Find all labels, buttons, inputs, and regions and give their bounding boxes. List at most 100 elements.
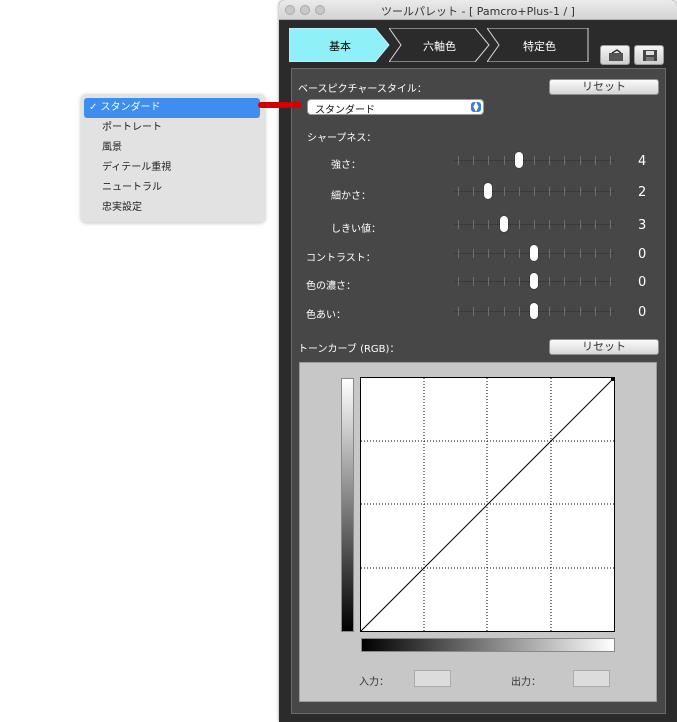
saturation-slider[interactable]: [454, 272, 614, 292]
tab-specific-color[interactable]: 特定色: [487, 28, 589, 62]
picture-style-select[interactable]: スタンダード ▲ ▼: [307, 99, 484, 116]
slider-tick: [549, 220, 551, 229]
slider-tick: [518, 220, 520, 229]
slider-tick: [564, 277, 566, 286]
slider-tick: [458, 277, 459, 286]
slider-tick: [488, 307, 490, 316]
input-label: 入力：: [359, 677, 389, 688]
slider-tick: [549, 249, 551, 258]
sharpness-strength-label: 強さ：: [331, 160, 361, 171]
slider-tick: [458, 156, 459, 165]
slider-thumb[interactable]: [530, 303, 538, 319]
slider-tick: [579, 249, 581, 258]
slider-tick: [594, 277, 596, 286]
slider-thumb[interactable]: [484, 183, 492, 199]
menu-item-detail[interactable]: ディテール重視: [84, 158, 260, 178]
contrast-value: 0: [638, 247, 647, 262]
select-arrows-icon: ▲ ▼: [471, 101, 481, 113]
slider-tick: [503, 307, 505, 316]
sharpness-fineness-value: 2: [638, 185, 647, 200]
slider-tick: [549, 187, 551, 196]
picture-style-select-value: スタンダード: [315, 105, 375, 116]
slider-tick: [458, 187, 459, 196]
slider-tick: [534, 187, 535, 196]
color-tone-slider[interactable]: [454, 302, 614, 322]
menu-item-landscape[interactable]: 風景: [84, 138, 260, 158]
menu-item-portrait[interactable]: ポートレート: [84, 118, 260, 138]
slider-tick: [488, 156, 490, 165]
sharpness-fineness-slider[interactable]: [454, 182, 614, 202]
tone-curve-reset-button[interactable]: リセット: [549, 339, 659, 355]
saturation-value: 0: [638, 275, 647, 290]
sharpness-threshold-slider[interactable]: [454, 215, 614, 235]
slider-tick: [518, 187, 520, 196]
menu-item-neutral[interactable]: ニュートラル: [84, 178, 260, 198]
open-file-button[interactable]: [600, 45, 630, 65]
slider-tick: [549, 156, 551, 165]
slider-tick: [518, 249, 520, 258]
slider-tick: [518, 277, 520, 286]
slider-tick: [564, 249, 566, 258]
saturation-label: 色の濃さ：: [306, 281, 356, 292]
sharpness-threshold-label: しきい値：: [331, 224, 381, 235]
slider-tick: [473, 220, 475, 229]
tone-curve-label: トーンカーブ (RGB)：: [298, 344, 400, 355]
curve-point-handle[interactable]: [611, 377, 615, 381]
color-tone-value: 0: [638, 305, 647, 320]
tab-specific-color-label: 特定色: [523, 40, 556, 53]
slider-tick: [594, 307, 596, 316]
slider-tick: [594, 220, 596, 229]
color-tone-label: 色あい：: [306, 310, 346, 321]
sharpness-strength-slider[interactable]: [454, 151, 614, 171]
output-label: 出力：: [511, 677, 541, 688]
slider-tick: [473, 249, 475, 258]
slider-tick: [564, 156, 566, 165]
picture-style-label: ベースピクチャースタイル：: [298, 84, 427, 95]
slider-tick: [473, 187, 475, 196]
slider-tick: [579, 277, 581, 286]
tab-basic[interactable]: 基本: [289, 28, 391, 62]
input-value-field: [414, 670, 451, 687]
slider-thumb[interactable]: [500, 216, 508, 232]
slider-thumb[interactable]: [530, 273, 538, 289]
slider-tick: [518, 307, 520, 316]
slider-tick: [610, 277, 611, 286]
slider-tick: [503, 156, 505, 165]
tab-six-axis-label: 六軸色: [423, 40, 456, 53]
save-button[interactable]: [634, 45, 664, 65]
slider-tick: [579, 307, 581, 316]
sharpness-fineness-label: 細かさ：: [331, 191, 371, 202]
slider-tick: [564, 307, 566, 316]
tab-basic-label: 基本: [329, 40, 351, 53]
menu-item-standard[interactable]: ✓ スタンダード: [84, 98, 260, 118]
input-gradient-bar: [361, 638, 615, 652]
title-bar[interactable]: ツールパレット - [ Pamcro+Plus-1 / ]: [279, 0, 677, 20]
slider-tick: [579, 156, 581, 165]
open-file-icon: [609, 49, 623, 61]
sharpness-threshold-value: 3: [638, 218, 647, 233]
slider-tick: [458, 220, 459, 229]
slider-tick: [534, 220, 535, 229]
slider-tick: [503, 277, 505, 286]
slider-thumb[interactable]: [530, 245, 538, 261]
menu-item-faithful[interactable]: 忠実設定: [84, 198, 260, 218]
tab-six-axis[interactable]: 六軸色: [389, 28, 491, 62]
picture-style-menu: ✓ スタンダード ポートレート 風景 ディテール重視 ニュートラル 忠実設定: [81, 94, 265, 222]
save-icon: [643, 50, 657, 61]
slider-tick: [594, 187, 596, 196]
slider-tick: [503, 187, 505, 196]
output-value-field: [573, 670, 610, 687]
slider-tick: [488, 249, 490, 258]
slider-tick: [594, 249, 596, 258]
contrast-slider[interactable]: [454, 244, 614, 264]
tone-curve-graph[interactable]: [360, 377, 616, 633]
slider-tick: [610, 156, 611, 165]
slider-tick: [534, 156, 535, 165]
slider-tick: [458, 249, 459, 258]
picture-style-reset-button[interactable]: リセット: [549, 79, 659, 95]
slider-thumb[interactable]: [515, 152, 523, 168]
sharpness-strength-value: 4: [638, 154, 647, 169]
slider-tick: [549, 307, 551, 316]
slider-tick: [564, 187, 566, 196]
sharpness-label: シャープネス：: [307, 133, 377, 144]
